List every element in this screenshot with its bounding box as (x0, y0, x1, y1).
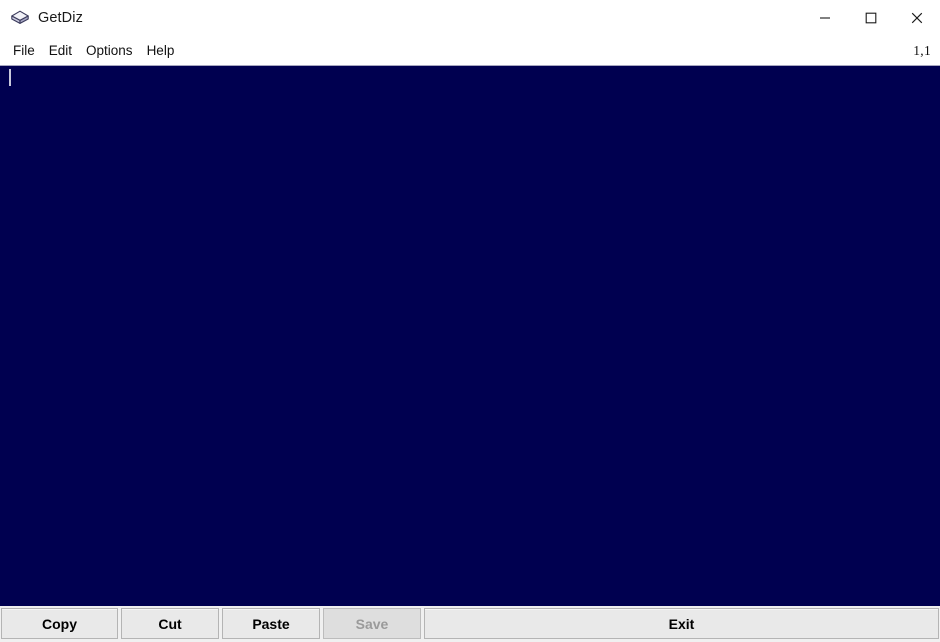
title-bar: GetDiz (0, 0, 940, 36)
editor-container (0, 65, 940, 606)
text-editor-area[interactable] (0, 66, 940, 606)
menu-item-edit[interactable]: Edit (42, 40, 79, 62)
exit-button[interactable]: Exit (424, 608, 939, 639)
cut-button[interactable]: Cut (121, 608, 219, 639)
text-caret (9, 69, 11, 86)
button-bar: Copy Cut Paste Save Exit (0, 606, 940, 642)
copy-button[interactable]: Copy (1, 608, 118, 639)
minimize-button[interactable] (802, 0, 848, 36)
caret-position-indicator: 1,1 (913, 43, 931, 58)
close-icon (911, 12, 923, 24)
menu-bar: File Edit Options Help 1,1 (0, 36, 940, 65)
maximize-icon (865, 12, 877, 24)
minimize-icon (819, 12, 831, 24)
diamond-app-icon (9, 7, 31, 29)
save-button: Save (323, 608, 421, 639)
menu-item-help[interactable]: Help (140, 40, 182, 62)
window-title: GetDiz (38, 10, 83, 26)
close-button[interactable] (894, 0, 940, 36)
window-controls (802, 0, 940, 36)
app-window: GetDiz File Edit Options Help 1,1 Copy C… (0, 0, 940, 642)
maximize-button[interactable] (848, 0, 894, 36)
paste-button[interactable]: Paste (222, 608, 320, 639)
menu-item-options[interactable]: Options (79, 40, 140, 62)
menu-item-file[interactable]: File (6, 40, 42, 62)
